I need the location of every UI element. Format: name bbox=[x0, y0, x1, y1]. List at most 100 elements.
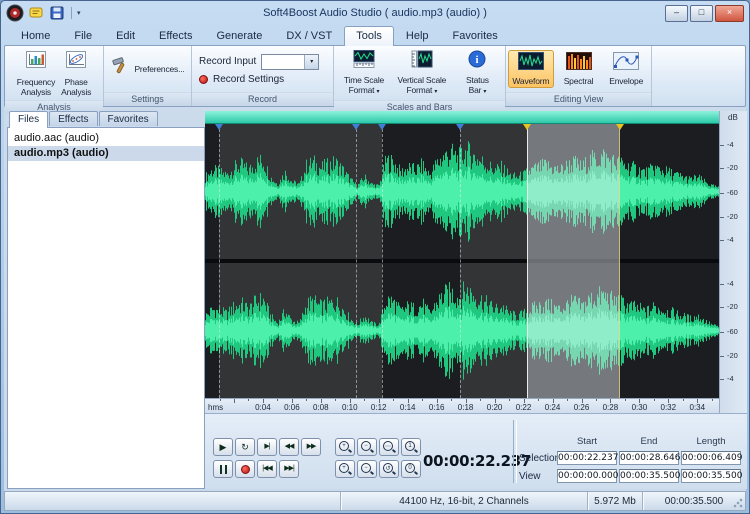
view-length-field[interactable]: 00:00:35.500 bbox=[681, 469, 741, 483]
file-item[interactable]: audio.mp3 (audio) bbox=[8, 146, 204, 161]
files-panel: FilesEffectsFavorites audio.aac (audio)a… bbox=[7, 111, 205, 489]
menu-tab-effects[interactable]: Effects bbox=[147, 26, 204, 45]
menu-tab-home[interactable]: Home bbox=[9, 26, 62, 45]
close-button[interactable]: × bbox=[715, 5, 744, 22]
title-bar[interactable]: ▾ Soft4Boost Audio Studio ( audio.mp3 (a… bbox=[1, 1, 749, 25]
time-label: 0:32 bbox=[661, 403, 677, 412]
menu-tab-favorites[interactable]: Favorites bbox=[441, 26, 510, 45]
db-tick bbox=[720, 284, 724, 285]
menu-tab-dx-vst[interactable]: DX / VST bbox=[274, 26, 344, 45]
time-scale-label: Time Scale bbox=[344, 75, 384, 85]
menu-tab-help[interactable]: Help bbox=[394, 26, 441, 45]
time-tick bbox=[234, 399, 235, 403]
status-bar-button[interactable]: i Status Bar ▾ bbox=[452, 47, 503, 99]
envelope-view-label: Envelope bbox=[609, 76, 643, 86]
marker-icon[interactable] bbox=[378, 124, 386, 130]
panel-tab-files[interactable]: Files bbox=[9, 111, 48, 128]
db-label: -20 bbox=[727, 213, 738, 221]
time-unit-label: hms bbox=[208, 403, 223, 412]
status-size: 5.972 Mb bbox=[587, 492, 642, 510]
waveform-canvas[interactable] bbox=[205, 124, 719, 398]
menu-tab-file[interactable]: File bbox=[62, 26, 104, 45]
chevron-down-icon: ▾ bbox=[377, 89, 380, 95]
db-label: -60 bbox=[727, 189, 738, 197]
ribbon-group-analysis: Frequency Analysis Phase bbox=[5, 46, 104, 106]
waveform-view-label: Waveform bbox=[512, 76, 549, 86]
maximize-button[interactable]: □ bbox=[690, 5, 713, 22]
file-list[interactable]: audio.aac (audio)audio.mp3 (audio) bbox=[7, 127, 205, 489]
marker-line bbox=[382, 124, 383, 398]
window-title: Soft4Boost Audio Studio ( audio.mp3 (aud… bbox=[1, 7, 749, 19]
time-tick bbox=[393, 399, 394, 401]
marker-icon[interactable] bbox=[215, 124, 223, 130]
preferences-button[interactable]: Preferences... bbox=[108, 54, 186, 84]
marker-icon[interactable] bbox=[352, 124, 360, 130]
vertical-scale-label: Vertical Scale bbox=[398, 75, 447, 85]
status-format: 44100 Hz, 16-bit, 2 Channels bbox=[340, 492, 587, 510]
time-scale-label2: Format bbox=[349, 85, 375, 95]
toolbar-separator bbox=[71, 7, 72, 19]
panel-tabs: FilesEffectsFavorites bbox=[7, 111, 205, 128]
selection-region[interactable] bbox=[527, 124, 620, 398]
time-tick bbox=[220, 399, 221, 401]
selection-handle-icon[interactable] bbox=[523, 124, 531, 130]
db-label: -60 bbox=[727, 328, 738, 336]
frequency-analysis-icon bbox=[25, 49, 47, 76]
chevron-down-icon: ▾ bbox=[483, 89, 486, 95]
time-label: 0:06 bbox=[284, 403, 300, 412]
record-input-select[interactable]: ▾ bbox=[261, 54, 319, 70]
record-settings-icon bbox=[199, 75, 208, 84]
ribbon-group-label-record: Record bbox=[192, 92, 333, 106]
vertical-scale-format-button[interactable]: Vertical Scale Format ▾ bbox=[394, 47, 450, 99]
selection-length-field[interactable]: 00:00:06.409 bbox=[681, 451, 741, 465]
envelope-view-button[interactable]: Envelope bbox=[603, 50, 649, 88]
time-scale-format-button[interactable]: Time Scale Format ▾ bbox=[336, 47, 392, 99]
spectral-view-button[interactable]: Spectral bbox=[556, 50, 602, 88]
selection-start-field[interactable]: 00:00:22.237 bbox=[557, 451, 617, 465]
menu-tab-edit[interactable]: Edit bbox=[104, 26, 147, 45]
minimize-button[interactable]: – bbox=[665, 5, 688, 22]
ribbon-group-label-settings: Settings bbox=[104, 92, 191, 106]
quick-access-dropdown-icon[interactable]: ▾ bbox=[77, 9, 81, 17]
notes-icon[interactable] bbox=[27, 5, 45, 22]
time-tick bbox=[654, 399, 655, 401]
spectral-view-icon bbox=[566, 52, 592, 75]
record-settings-button[interactable]: Record Settings bbox=[199, 74, 284, 85]
time-label: 0:18 bbox=[458, 403, 474, 412]
time-tick bbox=[248, 399, 249, 401]
db-tick bbox=[720, 332, 724, 333]
file-item[interactable]: audio.aac (audio) bbox=[8, 131, 204, 146]
menu-tab-tools[interactable]: Tools bbox=[344, 26, 394, 46]
panel-tab-effects[interactable]: Effects bbox=[49, 111, 97, 126]
record-settings-label: Record Settings bbox=[213, 74, 284, 85]
ribbon: Frequency Analysis Phase bbox=[4, 45, 746, 107]
selection-end-field[interactable]: 00:00:28.646 bbox=[619, 451, 679, 465]
phase-analysis-button[interactable]: Phase Analysis bbox=[59, 47, 93, 99]
preferences-label: Preferences... bbox=[134, 64, 184, 74]
selection-header-length: Length bbox=[681, 436, 741, 447]
time-tick bbox=[683, 399, 684, 401]
app-icon[interactable] bbox=[6, 5, 24, 22]
status-spacer bbox=[5, 492, 340, 510]
view-start-field[interactable]: 00:00:00.000 bbox=[557, 469, 617, 483]
db-tick bbox=[720, 217, 724, 218]
spectral-view-label: Spectral bbox=[564, 76, 594, 86]
time-tick bbox=[335, 399, 336, 401]
selection-handle-icon[interactable] bbox=[616, 124, 624, 130]
playhead bbox=[527, 124, 528, 398]
marker-icon[interactable] bbox=[456, 124, 464, 130]
ribbon-group-editing-view: Waveform bbox=[506, 46, 652, 106]
overview-bar[interactable] bbox=[205, 111, 719, 124]
marker-line bbox=[219, 124, 220, 398]
view-end-field[interactable]: 00:00:35.500 bbox=[619, 469, 679, 483]
chevron-down-icon[interactable]: ▾ bbox=[304, 55, 318, 69]
db-tick bbox=[720, 356, 724, 357]
time-ruler[interactable]: hms 0:040:060:080:100:120:140:160:180:20… bbox=[205, 398, 719, 413]
panel-tab-favorites[interactable]: Favorites bbox=[99, 111, 158, 126]
frequency-analysis-button[interactable]: Frequency Analysis bbox=[15, 47, 57, 99]
save-icon[interactable] bbox=[48, 5, 66, 22]
time-tick bbox=[538, 399, 539, 401]
resize-grip[interactable] bbox=[733, 498, 743, 508]
menu-tab-generate[interactable]: Generate bbox=[204, 26, 274, 45]
waveform-view-button[interactable]: Waveform bbox=[508, 50, 554, 88]
